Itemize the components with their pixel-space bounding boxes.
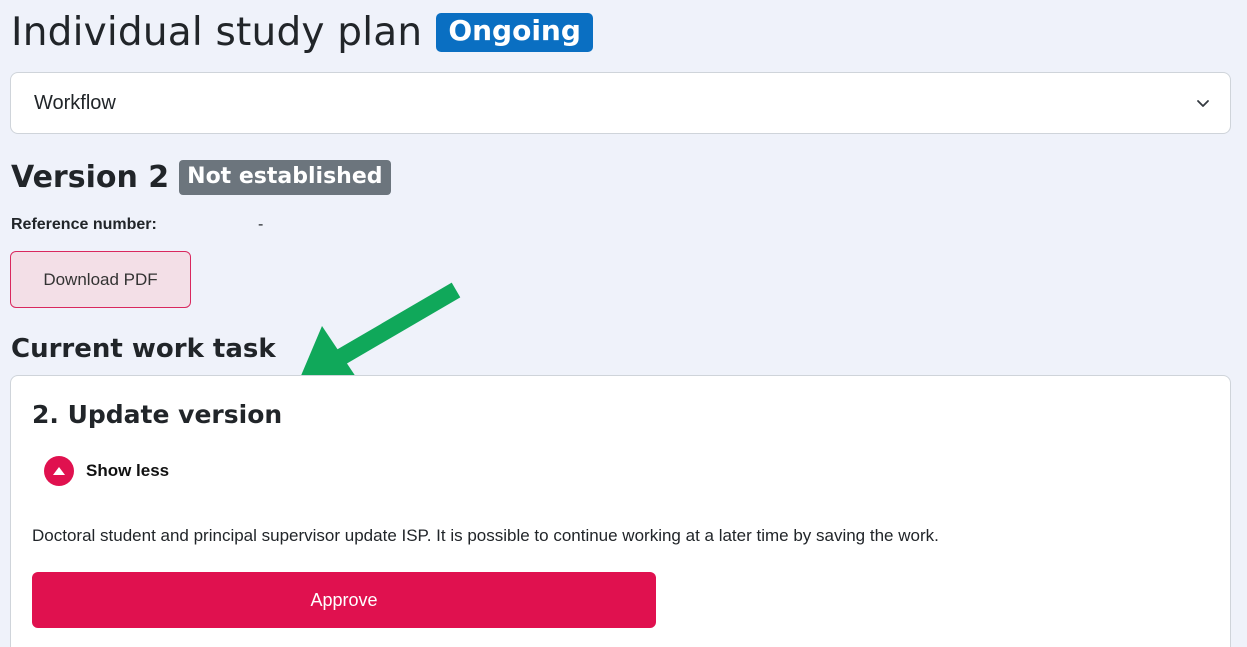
status-badge-ongoing: Ongoing [436, 13, 593, 52]
page-title: Individual study plan [11, 10, 423, 55]
task-title: 2. Update version [32, 400, 283, 429]
version-row: Version 2 Not established [11, 160, 391, 195]
reference-number-row: Reference number: - [11, 216, 263, 234]
page: Individual study plan Ongoing Workflow V… [0, 0, 1247, 647]
version-title: Version 2 [11, 160, 170, 195]
chevron-up-circle-icon [44, 456, 74, 486]
reference-number-label: Reference number: [11, 216, 157, 233]
annotation-arrow-icon [300, 282, 461, 380]
approve-button[interactable]: Approve [32, 572, 656, 628]
workflow-select[interactable]: Workflow [10, 72, 1231, 134]
current-work-task-heading: Current work task [11, 334, 276, 364]
download-pdf-button[interactable]: Download PDF [10, 251, 191, 308]
show-less-label: Show less [86, 461, 170, 480]
title-row: Individual study plan Ongoing [11, 10, 593, 55]
workflow-select-value: Workflow [34, 91, 116, 114]
reference-number-value: - [258, 216, 264, 233]
current-task-card: 2. Update version Show less Doctoral stu… [10, 375, 1231, 647]
chevron-down-icon [1196, 96, 1210, 110]
status-badge-not-established: Not established [179, 160, 391, 195]
task-description: Doctoral student and principal superviso… [32, 526, 939, 545]
show-less-toggle[interactable]: Show less [44, 456, 169, 486]
